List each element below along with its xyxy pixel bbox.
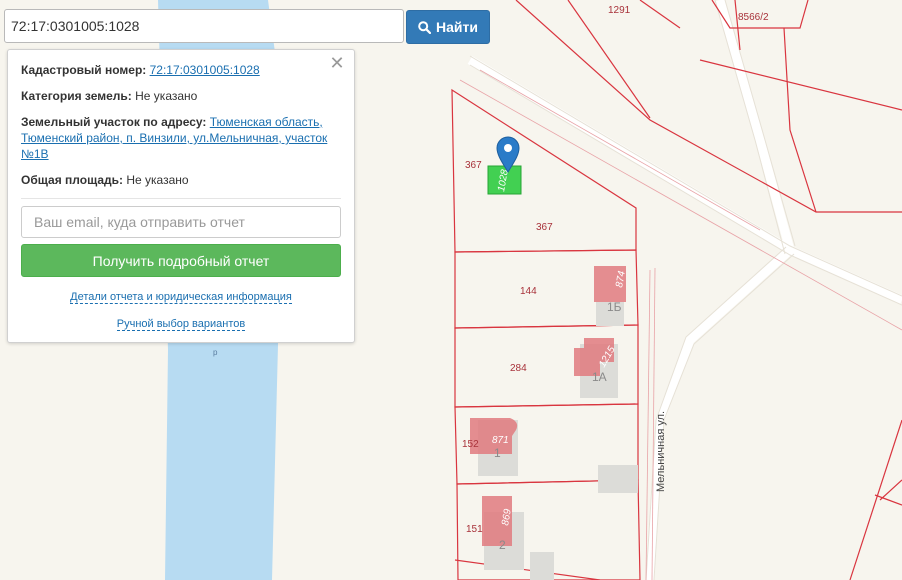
search-button-label: Найти (436, 19, 478, 35)
house-number-2: 2 (499, 538, 506, 552)
house-number-1: 1 (494, 446, 501, 460)
cadastral-search-input[interactable] (4, 9, 404, 43)
close-icon[interactable]: ✕ (329, 54, 345, 72)
parcel-label-367-a: 367 (465, 160, 482, 171)
parcel-info-panel: ✕ Кадастровый номер: 72:17:0301005:1028 … (7, 49, 355, 343)
parcel-label-8566-2: 8566/2 (738, 12, 769, 23)
house-number-1b: 1Б (607, 300, 622, 314)
search-icon (418, 20, 432, 34)
parcel-label-152: 152 (462, 439, 479, 450)
parcel-label-1291: 1291 (608, 5, 631, 16)
details-link-wrap: Детали отчета и юридическая информация (21, 291, 341, 304)
search-button[interactable]: Найти (406, 10, 490, 44)
divider (21, 198, 341, 199)
land-category-row: Категория земель: Не указано (21, 88, 341, 104)
parcel-label-367-b: 367 (536, 222, 553, 233)
address-label: Земельный участок по адресу: (21, 115, 207, 129)
manual-selection-link[interactable]: Ручной выбор вариантов (116, 318, 246, 331)
address-row: Земельный участок по адресу: Тюменская о… (21, 114, 341, 162)
parcel-label-151: 151 (466, 524, 483, 535)
area-row: Общая площадь: Не указано (21, 172, 341, 188)
cadastral-number-label: Кадастровый номер: (21, 63, 147, 77)
building-number-871: 871 (492, 435, 509, 446)
manual-link-wrap: Ручной выбор вариантов (21, 318, 341, 331)
area-value: Не указано (126, 173, 189, 187)
house-number-1a: 1А (592, 370, 607, 384)
cadastral-number-link[interactable]: 72:17:0301005:1028 (150, 63, 260, 77)
email-field[interactable] (21, 206, 341, 238)
get-report-button[interactable]: Получить подробный отчет (21, 244, 341, 277)
parcel-label-284: 284 (510, 363, 527, 374)
report-details-link[interactable]: Детали отчета и юридическая информация (70, 291, 292, 304)
land-category-label: Категория земель: (21, 89, 132, 103)
street-label: Мельничная ул. (655, 411, 667, 492)
area-label: Общая площадь: (21, 173, 124, 187)
land-category-value: Не указано (135, 89, 198, 103)
parcel-label-144: 144 (520, 286, 537, 297)
get-report-button-label: Получить подробный отчет (92, 252, 270, 269)
cadastral-number-row: Кадастровый номер: 72:17:0301005:1028 (21, 62, 341, 78)
river-label: р (213, 348, 218, 357)
